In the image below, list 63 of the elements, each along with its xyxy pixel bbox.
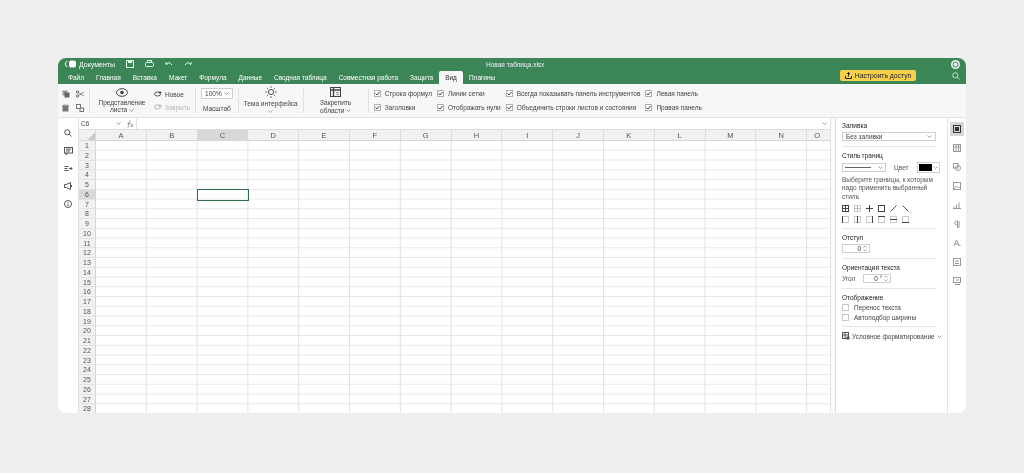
vertical-scrollbar[interactable] (830, 118, 836, 413)
search-icon[interactable] (64, 129, 72, 137)
caret-icon (927, 135, 932, 138)
line-style-dropdown[interactable] (842, 163, 886, 172)
sun-icon (264, 86, 277, 99)
line-style-icon (845, 166, 871, 169)
signature-settings-tab[interactable] (950, 274, 964, 288)
cell-icon (953, 125, 961, 133)
info-icon[interactable] (64, 200, 72, 208)
table-settings-tab[interactable] (950, 141, 964, 155)
checkbox[interactable] (505, 90, 513, 97)
save-icon[interactable] (126, 60, 135, 68)
caret-icon (822, 122, 827, 125)
caret-icon (116, 122, 121, 125)
cell-settings-tab[interactable] (950, 122, 964, 136)
checkbox[interactable] (437, 104, 444, 111)
signature-icon (953, 277, 961, 285)
comment-icon[interactable] (63, 147, 73, 155)
image-icon (953, 182, 961, 190)
list-icon (953, 258, 961, 266)
letter-icon (953, 239, 961, 247)
caret-icon (223, 92, 229, 96)
image-settings-tab[interactable] (950, 179, 964, 193)
bar-chart-icon (953, 201, 961, 209)
border-option-icon[interactable] (842, 205, 849, 213)
cut-icon[interactable] (76, 89, 84, 98)
table-format-icon (842, 332, 850, 341)
slicer-settings-tab[interactable] (950, 255, 964, 269)
eye-plus-icon (154, 91, 162, 97)
redo-icon[interactable] (184, 60, 193, 68)
undo-icon[interactable] (165, 60, 174, 68)
megaphone-icon[interactable] (63, 182, 73, 190)
caret-icon (346, 109, 352, 113)
paste-icon[interactable] (62, 103, 70, 112)
caret-icon (936, 334, 942, 338)
checkbox[interactable] (373, 104, 381, 111)
freeze-panes-icon (330, 87, 342, 98)
border-color-picker[interactable] (916, 162, 940, 173)
table-icon (953, 144, 961, 152)
caret-icon (129, 108, 134, 112)
checkbox[interactable] (645, 90, 653, 97)
spellcheck-icon[interactable] (63, 165, 73, 172)
upload-icon (844, 72, 852, 79)
eye-cross-icon (154, 104, 162, 110)
shapes-icon (953, 163, 961, 171)
eye-icon (116, 87, 128, 97)
shape-settings-tab[interactable] (950, 160, 964, 174)
format-painter-icon[interactable] (76, 103, 84, 112)
active-cell[interactable] (196, 188, 250, 201)
checkbox[interactable] (437, 90, 444, 97)
avatar-icon[interactable] (951, 59, 960, 69)
function-icon[interactable] (125, 119, 134, 128)
copy-icon[interactable] (62, 89, 70, 98)
paragraph-icon (953, 220, 961, 228)
caret-icon (932, 166, 938, 169)
checkbox[interactable] (505, 104, 513, 111)
print-icon[interactable] (145, 60, 155, 68)
caret-icon (878, 166, 883, 169)
caret-icon (268, 110, 274, 114)
back-logo-icon (64, 60, 77, 68)
checkbox[interactable] (373, 90, 381, 97)
checkbox[interactable] (645, 104, 653, 111)
border-option-icon[interactable] (866, 205, 873, 213)
